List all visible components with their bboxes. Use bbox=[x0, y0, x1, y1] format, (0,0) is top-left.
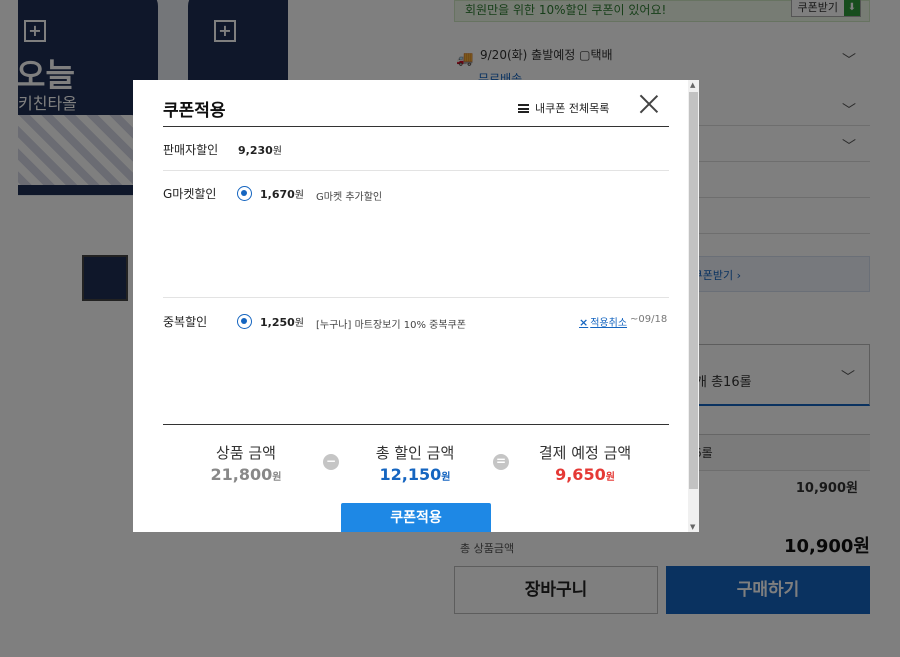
gmarket-discount-desc: G마켓 추가할인 bbox=[316, 192, 383, 203]
cancel-coupon-link[interactable]: × 적용취소 bbox=[579, 314, 627, 329]
discount-amount-value: 12,150 bbox=[379, 465, 442, 484]
scroll-up-icon[interactable]: ▲ bbox=[690, 81, 695, 89]
x-icon: × bbox=[579, 316, 589, 329]
coupon-expiry: ~09/18 bbox=[630, 314, 668, 325]
pay-amount-value: 9,650 bbox=[555, 465, 606, 484]
pay-amount-col: 결제 예정 금액 9,650원 bbox=[520, 442, 650, 484]
page-root: + 오늘 키친타올 + 회원만을 위한 10%할인 쿠폰이 있어요! ⬇쿠폰받기… bbox=[0, 0, 900, 657]
won-unit: 원 bbox=[272, 146, 282, 157]
dup-discount-amount: 1,250원 bbox=[260, 314, 304, 329]
minus-icon: − bbox=[323, 454, 339, 470]
row-divider bbox=[163, 170, 669, 171]
discount-amount-col: 총 할인 금액 12,150원 bbox=[350, 442, 480, 484]
row-divider bbox=[163, 297, 669, 298]
modal-title: 쿠폰적용 bbox=[163, 101, 226, 121]
dup-discount-value: 1,250 bbox=[260, 316, 295, 329]
won-unit: 원 bbox=[272, 472, 282, 483]
seller-discount-label: 판매자할인 bbox=[163, 143, 219, 157]
discount-amount: 12,150원 bbox=[350, 465, 480, 484]
summary-divider bbox=[163, 424, 669, 425]
seller-discount-amount: 9,230원 bbox=[238, 142, 282, 157]
dup-discount-desc: [누구나] 마트장보기 10% 중복쿠폰 bbox=[316, 320, 466, 331]
my-coupons-link[interactable]: 내쿠폰 전체목록 bbox=[518, 100, 609, 116]
won-unit: 원 bbox=[294, 318, 304, 329]
won-unit: 원 bbox=[441, 472, 451, 483]
equals-icon: = bbox=[493, 454, 509, 470]
modal-scrollbar[interactable]: ▲ ▼ bbox=[688, 80, 699, 532]
product-amount-label: 상품 금액 bbox=[216, 444, 276, 462]
gmarket-discount-amount: 1,670원 bbox=[260, 186, 304, 201]
scroll-down-icon[interactable]: ▼ bbox=[690, 523, 695, 531]
my-coupons-label: 내쿠폰 전체목록 bbox=[535, 102, 610, 115]
coupon-modal: 쿠폰적용 내쿠폰 전체목록 판매자할인 9,230원 G마켓할인 1,670원 … bbox=[133, 80, 699, 532]
pay-amount: 9,650원 bbox=[520, 465, 650, 484]
product-amount: 21,800원 bbox=[181, 465, 311, 484]
apply-coupon-button[interactable]: 쿠폰적용 bbox=[341, 503, 491, 532]
seller-discount-value: 9,230 bbox=[238, 144, 273, 157]
cancel-label: 적용취소 bbox=[590, 318, 628, 329]
dup-discount-radio[interactable] bbox=[237, 314, 252, 329]
gmarket-discount-radio[interactable] bbox=[237, 186, 252, 201]
product-amount-value: 21,800 bbox=[210, 465, 273, 484]
discount-amount-label: 총 할인 금액 bbox=[375, 444, 455, 462]
title-divider bbox=[163, 126, 669, 127]
scrollbar-thumb[interactable] bbox=[689, 92, 698, 489]
menu-icon bbox=[518, 104, 529, 113]
pay-amount-label: 결제 예정 금액 bbox=[538, 444, 632, 462]
close-icon[interactable] bbox=[639, 94, 659, 114]
gmarket-discount-label: G마켓할인 bbox=[163, 187, 217, 201]
won-unit: 원 bbox=[605, 472, 615, 483]
product-amount-col: 상품 금액 21,800원 bbox=[181, 442, 311, 484]
gmarket-discount-value: 1,670 bbox=[260, 188, 295, 201]
won-unit: 원 bbox=[294, 190, 304, 201]
dup-discount-label: 중복할인 bbox=[163, 315, 208, 329]
